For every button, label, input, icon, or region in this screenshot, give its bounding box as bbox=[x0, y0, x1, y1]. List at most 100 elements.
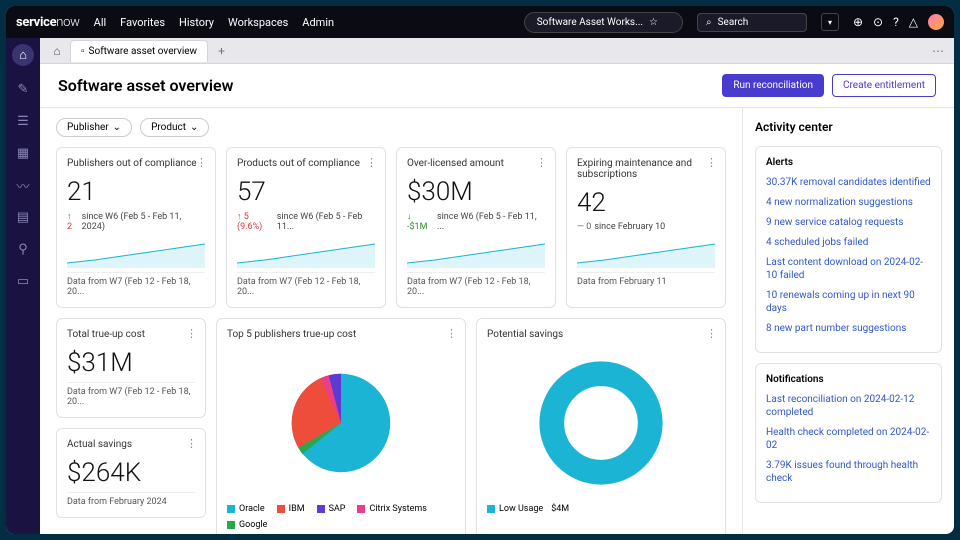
activity-center: Activity center Alerts 30.37K removal ca… bbox=[742, 108, 954, 534]
card-more-icon[interactable]: ⋮ bbox=[186, 437, 197, 450]
kpi-value: $264K bbox=[67, 458, 195, 488]
logo: servicenow bbox=[16, 15, 80, 30]
card-top5-pie: Top 5 publishers true-up cost ⋮ Oracle I… bbox=[216, 318, 466, 534]
card-donut: Potential savings ⋮ Low Usage$4M bbox=[476, 318, 726, 534]
kpi-value: 42 bbox=[577, 188, 715, 218]
chat-icon[interactable]: ⊙ bbox=[873, 15, 883, 29]
card-title: Top 5 publishers true-up cost bbox=[227, 329, 455, 340]
left-rail: ⌂ ✎ ☰ ▦ 〰 ▤ ⚲ ▭ bbox=[6, 38, 40, 534]
top-nav: All Favorites History Workspaces Admin bbox=[94, 16, 334, 29]
kpi-delta: ↑ 5 (9.6%) since W6 (Feb 5 - Feb 11... bbox=[237, 211, 375, 232]
kpi-value: 57 bbox=[237, 177, 375, 207]
notifications-heading: Notifications bbox=[766, 374, 931, 385]
rail-grid-icon[interactable]: ▦ bbox=[14, 144, 32, 162]
sparkline bbox=[407, 238, 545, 268]
tab-doc-icon: ▫ bbox=[81, 46, 85, 57]
card-title: Products out of compliance bbox=[237, 158, 375, 169]
kpi-delta: ↑ 2 since W6 (Feb 5 - Feb 11, 2024) bbox=[67, 211, 205, 232]
pie-legend: Oracle IBM SAP Citrix Systems Google bbox=[227, 504, 455, 530]
rail-box-icon[interactable]: ▭ bbox=[14, 272, 32, 290]
nav-workspaces[interactable]: Workspaces bbox=[228, 16, 288, 29]
tab-add[interactable]: + bbox=[210, 44, 233, 58]
nav-all[interactable]: All bbox=[94, 16, 107, 29]
notifications-panel: Notifications Last reconciliation on 202… bbox=[755, 363, 942, 503]
card-title: Total true-up cost bbox=[67, 329, 195, 340]
nav-favorites[interactable]: Favorites bbox=[120, 16, 165, 29]
tab-home-icon[interactable]: ⌂ bbox=[46, 40, 68, 62]
card-footer: Data from W7 (Feb 12 - Feb 18, 20... bbox=[67, 272, 205, 297]
alerts-heading: Alerts bbox=[766, 157, 931, 168]
alert-link[interactable]: 4 scheduled jobs failed bbox=[766, 236, 931, 249]
star-icon[interactable]: ☆ bbox=[649, 17, 658, 28]
tab-more-icon[interactable]: ⋯ bbox=[922, 44, 954, 58]
kpi-value: $31M bbox=[67, 348, 195, 378]
filter-product[interactable]: Product⌄ bbox=[140, 118, 209, 137]
notification-link[interactable]: Last reconciliation on 2024-02-12 comple… bbox=[766, 393, 931, 419]
card-more-icon[interactable]: ⋮ bbox=[536, 156, 547, 169]
card-footer: Data from February 2024 bbox=[67, 492, 195, 507]
chevron-down-icon: ⌄ bbox=[113, 122, 121, 133]
create-entitlement-button[interactable]: Create entitlement bbox=[832, 74, 936, 97]
card-more-icon[interactable]: ⋮ bbox=[706, 156, 717, 169]
rail-tool-icon[interactable]: ✎ bbox=[14, 80, 32, 98]
rail-list-icon[interactable]: ☰ bbox=[14, 112, 32, 130]
alert-link[interactable]: 9 new service catalog requests bbox=[766, 216, 931, 229]
pie-chart bbox=[276, 358, 406, 488]
donut-legend: Low Usage$4M bbox=[487, 504, 715, 514]
bell-icon[interactable]: △ bbox=[909, 15, 918, 29]
card-title: Expiring maintenance and subscriptions bbox=[577, 158, 715, 180]
kpi-delta: ↓ -$1M since W6 (Feb 5 - Feb 11, ... bbox=[407, 211, 545, 232]
search-caret[interactable]: ▾ bbox=[821, 13, 839, 31]
card-more-icon[interactable]: ⋮ bbox=[366, 156, 377, 169]
tab-overview[interactable]: ▫Software asset overview bbox=[70, 40, 208, 62]
alert-link[interactable]: 10 renewals coming up in next 90 days bbox=[766, 289, 931, 315]
filter-publisher[interactable]: Publisher⌄ bbox=[56, 118, 132, 137]
rail-calendar-icon[interactable]: ▤ bbox=[14, 208, 32, 226]
alert-link[interactable]: 4 new normalization suggestions bbox=[766, 196, 931, 209]
alert-link[interactable]: 8 new part number suggestions bbox=[766, 322, 931, 335]
chevron-down-icon: ⌄ bbox=[190, 122, 198, 133]
sparkline bbox=[237, 238, 375, 268]
globe-icon[interactable]: ⊕ bbox=[853, 15, 863, 29]
page-title: Software asset overview bbox=[58, 76, 233, 95]
sparkline bbox=[67, 238, 205, 268]
card-footer: Data from W7 (Feb 12 - Feb 18, 20... bbox=[407, 272, 545, 297]
alert-link[interactable]: Last content download on 2024-02-10 fail… bbox=[766, 256, 931, 282]
tab-bar: ⌂ ▫Software asset overview + ⋯ bbox=[40, 38, 954, 64]
stack-card-0: Total true-up cost⋮ $31M Data from W7 (Feb… bbox=[56, 318, 206, 418]
kpi-card-2: Over-licensed amount⋮ $30M ↓ -$1M since W6… bbox=[396, 147, 556, 308]
notification-link[interactable]: Health check completed on 2024-02-02 bbox=[766, 426, 931, 452]
search-icon: ⌕ bbox=[706, 17, 712, 28]
kpi-value: 21 bbox=[67, 177, 205, 207]
kpi-card-0: Publishers out of compliance⋮ 21 ↑ 2 since… bbox=[56, 147, 216, 308]
workspace-pill[interactable]: Software Asset Works...☆ bbox=[524, 12, 683, 33]
card-title: Over-licensed amount bbox=[407, 158, 545, 169]
kpi-card-3: Expiring maintenance and subscriptions⋮ 4… bbox=[566, 147, 726, 308]
card-footer: Data from W7 (Feb 12 - Feb 18, 20... bbox=[237, 272, 375, 297]
card-more-icon[interactable]: ⋮ bbox=[186, 327, 197, 340]
search-input[interactable]: ⌕Search bbox=[697, 13, 807, 32]
alert-link[interactable]: 30.37K removal candidates identified bbox=[766, 176, 931, 189]
card-more-icon[interactable]: ⋮ bbox=[446, 327, 457, 340]
avatar[interactable] bbox=[928, 14, 944, 30]
run-reconciliation-button[interactable]: Run reconciliation bbox=[722, 74, 824, 97]
kpi-value: $30M bbox=[407, 177, 545, 207]
stack-card-1: Actual savings⋮ $264K Data from February 2… bbox=[56, 428, 206, 518]
rail-pulse-icon[interactable]: 〰 bbox=[14, 176, 32, 194]
card-title: Publishers out of compliance bbox=[67, 158, 205, 169]
page-header: Software asset overview Run reconciliati… bbox=[40, 64, 954, 108]
help-icon[interactable]: ? bbox=[893, 15, 899, 29]
card-more-icon[interactable]: ⋮ bbox=[706, 327, 717, 340]
rail-home-icon[interactable]: ⌂ bbox=[12, 44, 34, 66]
rail-search2-icon[interactable]: ⚲ bbox=[14, 240, 32, 258]
card-more-icon[interactable]: ⋮ bbox=[196, 156, 207, 169]
notification-link[interactable]: 3.79K issues found through health check bbox=[766, 459, 931, 485]
alerts-panel: Alerts 30.37K removal candidates identif… bbox=[755, 146, 942, 353]
kpi-delta: — 0 since February 10 bbox=[577, 222, 715, 232]
kpi-card-1: Products out of compliance⋮ 57 ↑ 5 (9.6%) … bbox=[226, 147, 386, 308]
card-footer: Data from W7 (Feb 12 - Feb 18, 20... bbox=[67, 382, 195, 407]
sparkline bbox=[577, 238, 715, 268]
nav-history[interactable]: History bbox=[179, 16, 214, 29]
card-title: Actual savings bbox=[67, 439, 195, 450]
nav-admin[interactable]: Admin bbox=[302, 16, 334, 29]
